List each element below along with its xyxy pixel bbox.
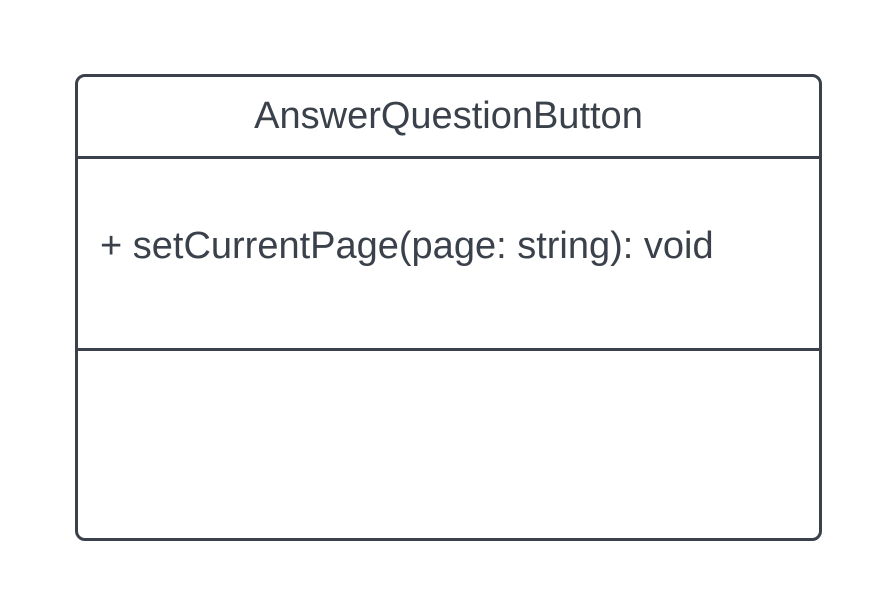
diagram-canvas: AnswerQuestionButton + setCurrentPage(pa…	[0, 0, 894, 613]
class-name-section: AnswerQuestionButton	[78, 77, 819, 159]
class-member: + setCurrentPage(page: string): void	[100, 225, 714, 267]
class-members-section: + setCurrentPage(page: string): void	[78, 159, 819, 351]
class-name: AnswerQuestionButton	[254, 95, 643, 137]
class-empty-section	[78, 351, 819, 538]
uml-class-box[interactable]: AnswerQuestionButton + setCurrentPage(pa…	[75, 74, 822, 541]
